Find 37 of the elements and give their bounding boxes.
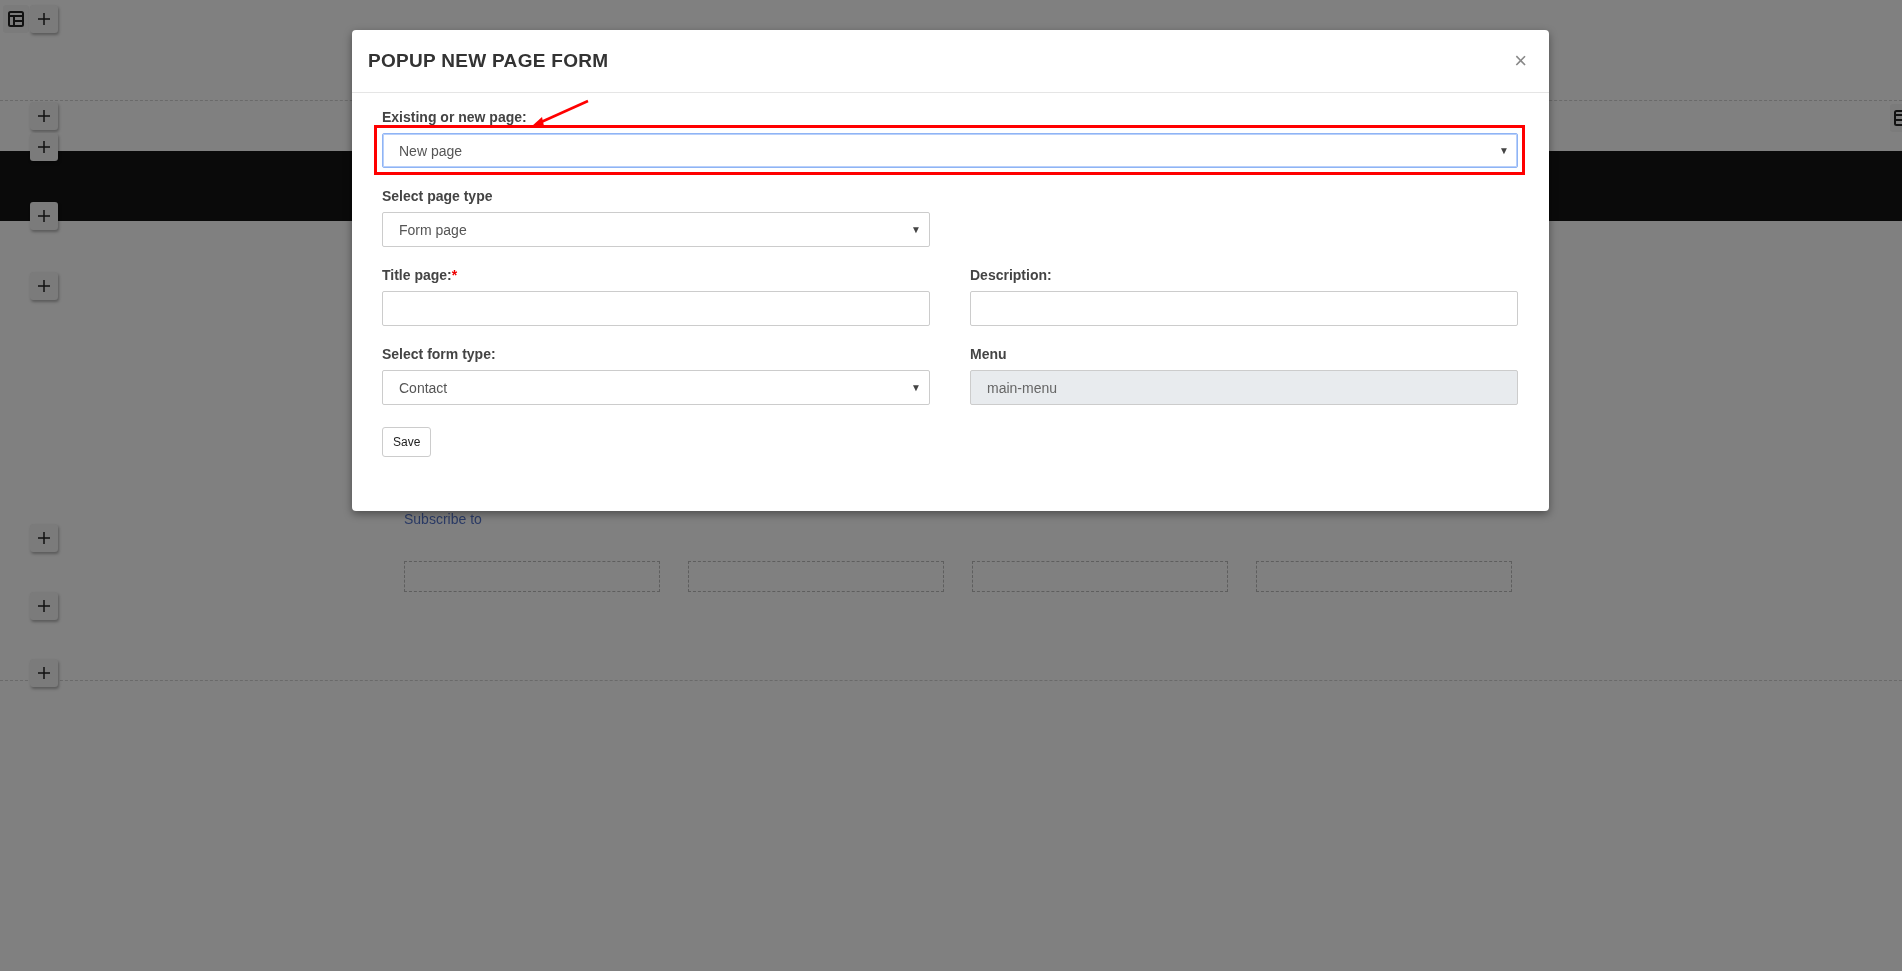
close-button[interactable]: ×	[1510, 50, 1531, 72]
arrow	[532, 99, 589, 126]
add-button[interactable]	[30, 592, 58, 620]
layout-button[interactable]	[3, 5, 29, 33]
plus-icon	[38, 13, 50, 25]
field-label: Title page:*	[382, 267, 458, 283]
add-button[interactable]	[30, 524, 58, 552]
plus-icon	[38, 110, 50, 122]
field-label: Select page type	[382, 188, 493, 204]
add-button[interactable]	[30, 5, 58, 33]
add-button[interactable]	[30, 202, 58, 230]
select-field[interactable]: New page ▼	[382, 133, 1518, 168]
add-button[interactable]	[30, 133, 58, 161]
save-button[interactable]: Save	[382, 427, 432, 457]
field-label: Existing or new page:	[382, 109, 527, 125]
plus-icon	[38, 280, 50, 292]
caret-icon: ▼	[911, 224, 921, 235]
field-label: Description:	[970, 267, 1052, 283]
add-button[interactable]	[30, 659, 58, 687]
plus-icon	[38, 210, 50, 222]
input-field[interactable]	[382, 291, 930, 326]
layout-icon	[8, 11, 24, 27]
plus-icon	[38, 667, 50, 679]
caret-icon: ▼	[1499, 145, 1509, 156]
plus-icon	[38, 532, 50, 544]
modal-title: POPUP NEW PAGE FORM	[368, 50, 609, 72]
add-button[interactable]	[30, 102, 58, 130]
subscribe-text: Subscribe to	[404, 511, 483, 527]
plus-icon	[38, 141, 50, 153]
select-field[interactable]: Contact ▼	[382, 370, 930, 405]
add-button[interactable]	[30, 272, 58, 300]
plus-icon	[38, 600, 50, 612]
field-label: Select form type:	[382, 346, 496, 362]
field-label: Menu	[970, 346, 1007, 362]
select-field[interactable]: Form page ▼	[382, 212, 930, 247]
caret-icon: ▼	[911, 382, 921, 393]
input-field[interactable]	[970, 291, 1518, 326]
